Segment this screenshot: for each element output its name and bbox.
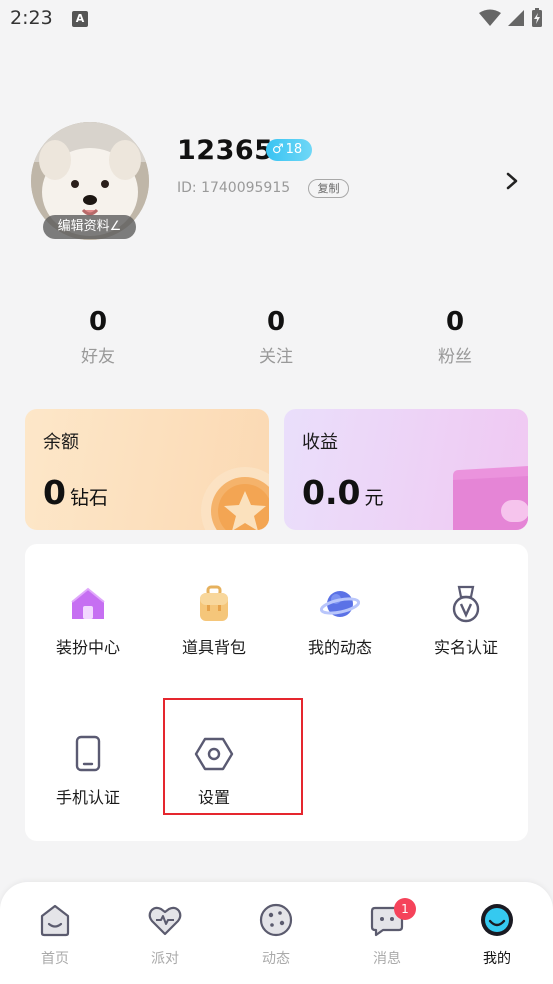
income-unit: 元 [364, 487, 384, 509]
house-icon [71, 587, 105, 619]
heart-pulse-icon [148, 906, 182, 936]
smile-face-icon [481, 904, 513, 936]
chevron-right-icon[interactable] [503, 170, 521, 192]
highlight-box [163, 698, 303, 815]
medal-icon [452, 585, 480, 623]
home-icon [40, 904, 70, 937]
menu-label: 实名认证 [433, 638, 498, 657]
menu-item-dress-up[interactable]: 装扮中心 [25, 584, 151, 674]
tab-messages[interactable]: 1 消息 [347, 898, 427, 968]
wallet-icon [453, 466, 528, 530]
edit-profile-button[interactable]: 编辑资料∠ [43, 215, 136, 239]
tab-label: 动态 [262, 951, 290, 967]
tab-moments[interactable]: 动态 [236, 902, 316, 968]
tab-mine[interactable]: 我的 [457, 902, 537, 968]
tab-label: 消息 [373, 951, 401, 967]
menu-item-my-posts[interactable]: 我的动态 [277, 584, 403, 674]
unread-badge: 1 [394, 898, 416, 920]
tab-home[interactable]: 首页 [15, 902, 95, 968]
menu-label: 道具背包 [181, 638, 246, 657]
stat-value: 0 [266, 307, 286, 337]
menu-label: 手机认证 [55, 788, 120, 807]
income-amount: 0.0 元 [302, 473, 383, 512]
menu-item-real-name[interactable]: 实名认证 [403, 584, 529, 674]
balance-title: 余额 [43, 432, 79, 453]
bottom-tab-bar: 首页 派对 动态 1 消息 我的 [0, 882, 553, 984]
stat-fans[interactable]: 0 粉丝 [395, 306, 515, 367]
phone-icon [75, 735, 101, 772]
backpack-icon [200, 585, 228, 621]
tab-label: 我的 [483, 951, 511, 967]
status-time: 2:23 [10, 7, 53, 29]
stat-label: 关注 [259, 347, 293, 367]
copy-id-button[interactable]: 复制 [308, 179, 349, 198]
wifi-icon [479, 9, 501, 26]
tab-label: 派对 [151, 951, 179, 967]
stat-label: 好友 [81, 347, 115, 367]
balance-value: 0 [43, 473, 66, 512]
user-id: ID: 1740095915 [177, 180, 291, 196]
stat-following[interactable]: 0 关注 [216, 306, 336, 367]
male-icon: ♂ [272, 142, 284, 157]
balance-unit: 钻石 [69, 487, 108, 509]
menu-item-backpack[interactable]: 道具背包 [151, 584, 277, 674]
age-value: 18 [285, 142, 303, 157]
status-icons [479, 8, 543, 28]
income-card[interactable]: 收益 0.0 元 [284, 409, 528, 530]
income-value: 0.0 [302, 473, 361, 512]
menu-item-phone-verify[interactable]: 手机认证 [25, 734, 151, 824]
stat-friends[interactable]: 0 好友 [38, 306, 158, 367]
planet-icon [320, 591, 360, 617]
signal-icon [508, 10, 524, 26]
balance-card[interactable]: 余额 0 钻石 [25, 409, 269, 530]
star-coin-icon [201, 467, 269, 530]
menu-label: 我的动态 [307, 638, 372, 657]
notification-icon: A [72, 11, 88, 27]
menu-label: 装扮中心 [55, 638, 120, 657]
stat-label: 粉丝 [438, 347, 472, 367]
stat-value: 0 [445, 307, 465, 337]
tab-label: 首页 [41, 951, 69, 967]
gender-age-badge: ♂ 18 [266, 139, 312, 161]
income-title: 收益 [302, 432, 338, 453]
cookie-icon [259, 903, 293, 937]
stat-value: 0 [88, 307, 108, 337]
status-bar: 2:23 A [0, 0, 553, 40]
battery-icon [532, 8, 542, 27]
balance-amount: 0 钻石 [43, 473, 108, 512]
tab-party[interactable]: 派对 [125, 902, 205, 968]
nickname: 12365 [177, 135, 274, 166]
